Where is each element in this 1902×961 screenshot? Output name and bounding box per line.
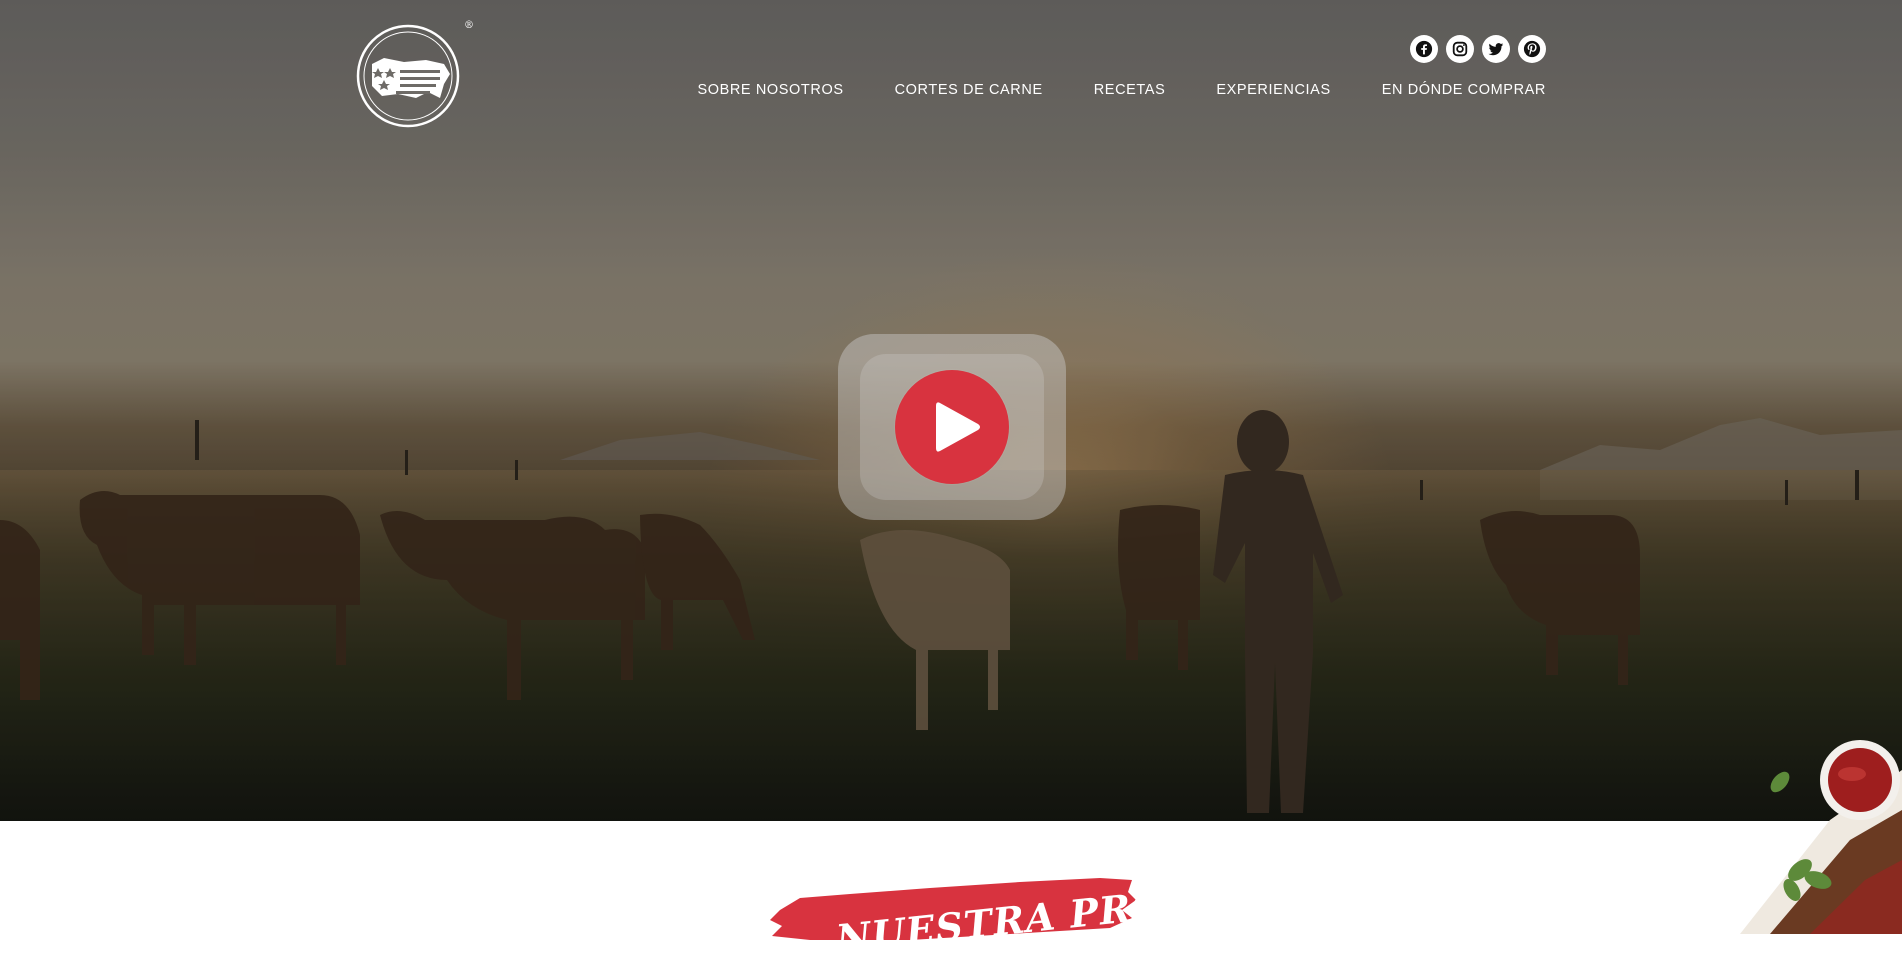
social-links <box>1410 35 1546 63</box>
usmef-logo[interactable]: ® <box>346 16 474 128</box>
nav-item-cortes-de-carne[interactable]: CORTES DE CARNE <box>895 82 1043 98</box>
nav-item-recetas[interactable]: RECETAS <box>1094 82 1166 98</box>
section-heading-brush: NUESTRA PROMESA <box>770 868 1299 961</box>
twitter-icon[interactable] <box>1482 35 1510 63</box>
svg-text:®: ® <box>464 20 474 31</box>
facebook-icon[interactable] <box>1410 35 1438 63</box>
main-navigation: SOBRE NOSOTROS CORTES DE CARNE RECETAS E… <box>697 82 1546 98</box>
video-play-frame[interactable] <box>838 334 1066 520</box>
instagram-icon[interactable] <box>1446 35 1474 63</box>
nav-item-en-donde-comprar[interactable]: EN DÓNDE COMPRAR <box>1382 82 1546 98</box>
play-button[interactable] <box>895 370 1009 484</box>
usmef-logo-icon: ® <box>356 20 474 128</box>
steak-and-sauce-decoration <box>1740 740 1902 934</box>
play-icon <box>936 402 980 452</box>
nav-item-experiencias[interactable]: EXPERIENCIAS <box>1216 82 1330 98</box>
pinterest-icon[interactable] <box>1518 35 1546 63</box>
nav-item-sobre-nosotros[interactable]: SOBRE NOSOTROS <box>697 82 843 98</box>
